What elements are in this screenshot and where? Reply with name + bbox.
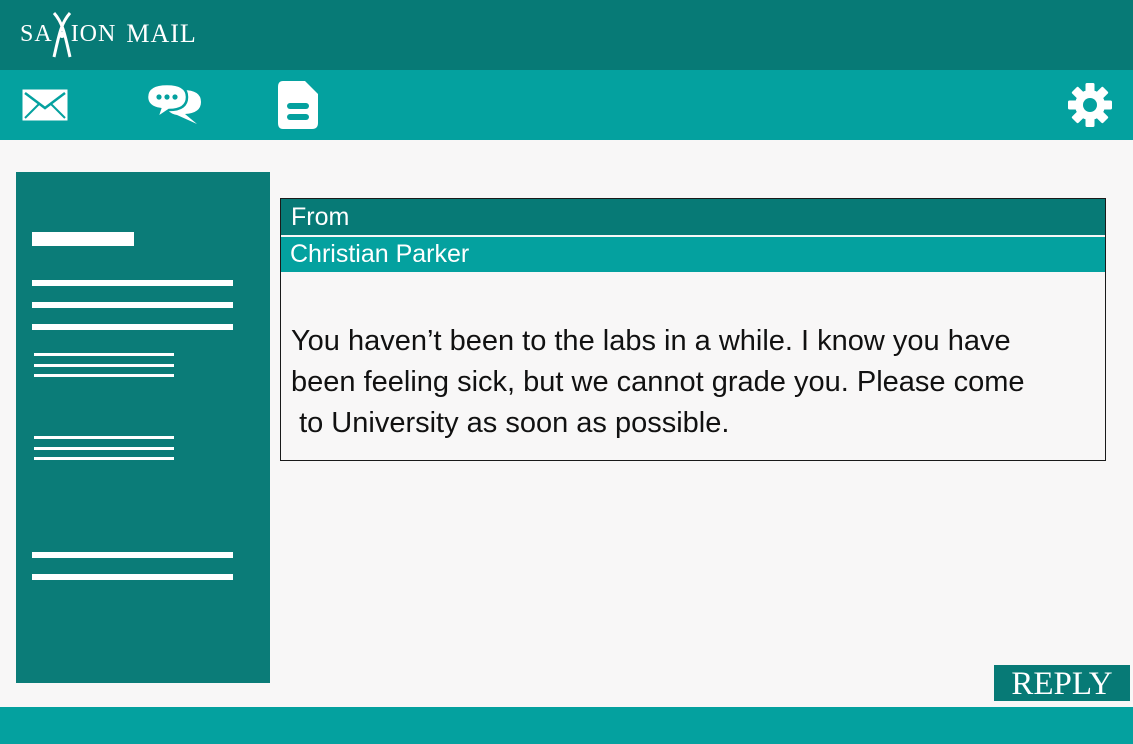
sidebar-item-placeholder[interactable] xyxy=(32,324,233,330)
logo-suffix: MAIL xyxy=(126,19,197,48)
toolbar xyxy=(0,70,1133,140)
sidebar-item-placeholder[interactable] xyxy=(32,574,233,580)
sidebar-subitem-placeholder[interactable] xyxy=(34,374,174,377)
gear-icon xyxy=(1068,83,1112,127)
document-icon xyxy=(278,81,318,129)
settings-button[interactable] xyxy=(1066,70,1114,140)
sidebar-heading-placeholder xyxy=(32,232,134,246)
documents-button[interactable] xyxy=(276,70,320,140)
sidebar-item-placeholder[interactable] xyxy=(32,280,233,286)
logo-x-mark xyxy=(52,11,72,58)
sidebar-subitem-placeholder[interactable] xyxy=(34,436,174,439)
app-footer xyxy=(0,707,1133,744)
message-body: You haven’t been to the labs in a while.… xyxy=(291,325,1025,439)
envelope-icon xyxy=(22,89,68,121)
logo-text-right: ION xyxy=(70,20,117,47)
from-label: From xyxy=(281,199,1105,235)
sidebar xyxy=(16,172,270,683)
reply-button[interactable]: REPLY xyxy=(994,665,1130,702)
sidebar-item-placeholder[interactable] xyxy=(32,552,233,558)
chat-bubbles-icon xyxy=(145,82,201,124)
logo-text-left: SA xyxy=(20,20,53,47)
sidebar-subitem-placeholder[interactable] xyxy=(34,447,174,450)
chat-button[interactable] xyxy=(144,70,204,140)
sidebar-item-placeholder[interactable] xyxy=(32,302,233,308)
sidebar-subitem-placeholder[interactable] xyxy=(34,457,174,460)
sidebar-subitem-placeholder[interactable] xyxy=(34,353,174,356)
mail-button[interactable] xyxy=(20,70,70,140)
app-header: SA ION MAIL xyxy=(0,0,1133,70)
app-logo: SA ION MAIL xyxy=(20,6,197,62)
sender-name: Christian Parker xyxy=(281,237,1105,272)
logo-wordmark: SA ION xyxy=(20,11,117,58)
message-panel: From Christian Parker You haven’t been t… xyxy=(280,198,1106,461)
sidebar-subitem-placeholder[interactable] xyxy=(34,364,174,367)
